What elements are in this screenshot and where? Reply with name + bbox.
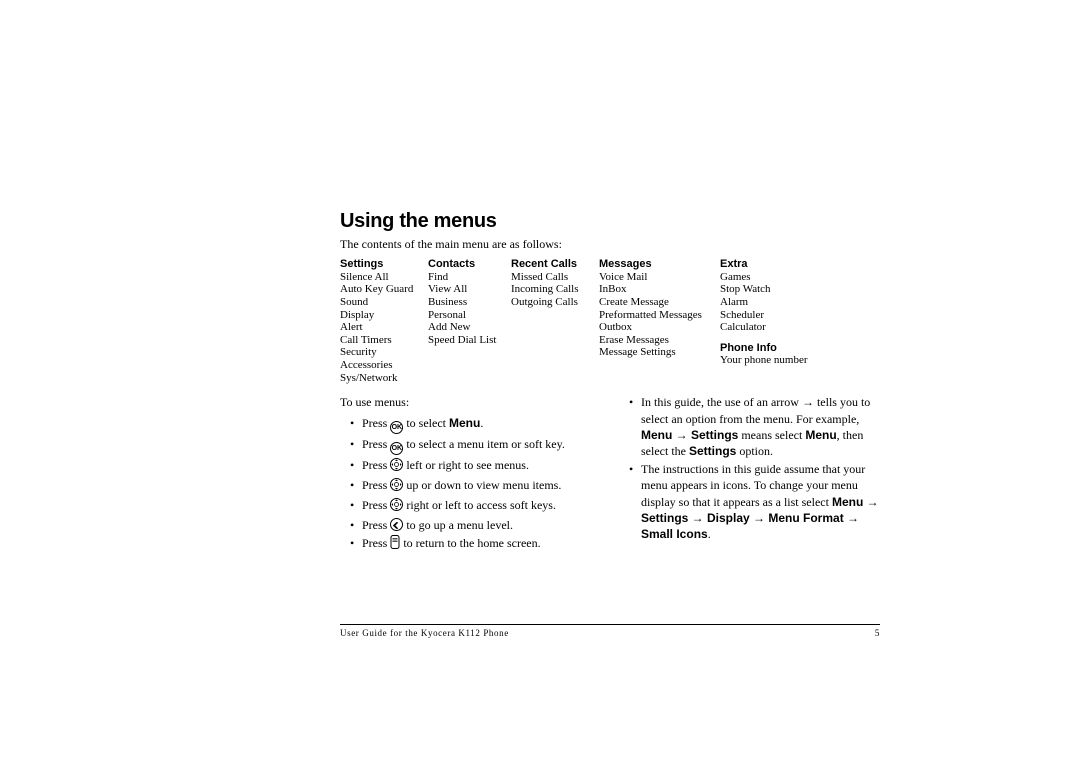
- bold-text: Menu: [805, 428, 836, 442]
- text: to return to the home screen.: [400, 536, 540, 550]
- menu-header: Contacts: [428, 258, 503, 271]
- menu-item: Stop Watch: [720, 283, 810, 296]
- menu-item: Sys/Network: [340, 372, 420, 385]
- menu-item: Sound: [340, 296, 420, 309]
- menu-item: Outgoing Calls: [511, 296, 591, 309]
- menu-header: Phone Info: [720, 342, 810, 355]
- menu-item: Silence All: [340, 271, 420, 284]
- end-button-icon: [390, 535, 400, 553]
- menu-item: Alarm: [720, 296, 810, 309]
- menu-col-contacts: Contacts Find View All Business Personal…: [428, 258, 503, 384]
- menu-item: Games: [720, 271, 810, 284]
- intro-text: The contents of the main menu are as fol…: [340, 237, 880, 252]
- lead-text: To use menus:: [340, 394, 601, 410]
- text: left or right to see menus.: [403, 458, 529, 472]
- bold-text: Menu → Settings: [641, 428, 738, 442]
- menu-item: Missed Calls: [511, 271, 591, 284]
- note-item: In this guide, the use of an arrow → tel…: [619, 394, 880, 459]
- menu-item: Erase Messages: [599, 334, 712, 347]
- bold-text: Settings: [689, 444, 736, 458]
- instruction-item: Press to go up a menu level.: [340, 517, 601, 533]
- text: Press: [362, 536, 390, 550]
- right-body-col: In this guide, the use of an arrow → tel…: [619, 394, 880, 555]
- left-body-col: To use menus: Press OK to select Menu. P…: [340, 394, 601, 555]
- menu-item: Alert: [340, 321, 420, 334]
- menu-item: Speed Dial List: [428, 334, 503, 347]
- instruction-list: Press OK to select Menu. Press OK to sel…: [340, 415, 601, 554]
- text: right or left to access soft keys.: [403, 498, 556, 512]
- text: Press: [362, 437, 390, 451]
- menu-item: Calculator: [720, 321, 810, 334]
- menu-table: Settings Silence All Auto Key Guard Soun…: [340, 258, 880, 384]
- ok-button-icon: OK: [390, 442, 403, 455]
- menu-header: Extra: [720, 258, 810, 271]
- text: to go up a menu level.: [403, 518, 513, 532]
- menu-item: Find: [428, 271, 503, 284]
- menu-item: InBox: [599, 283, 712, 296]
- text: Press: [362, 478, 390, 492]
- menu-item: Voice Mail: [599, 271, 712, 284]
- nav-button-icon: [390, 498, 403, 515]
- menu-item: Outbox: [599, 321, 712, 334]
- text: to select: [403, 416, 449, 430]
- menu-item: Preformatted Messages: [599, 309, 712, 322]
- note-list: In this guide, the use of an arrow → tel…: [619, 394, 880, 542]
- ok-button-icon: OK: [390, 421, 403, 434]
- page-footer: User Guide for the Kyocera K112 Phone 5: [340, 624, 880, 638]
- menu-item: Message Settings: [599, 346, 712, 359]
- instruction-item: Press up or down to view menu items.: [340, 477, 601, 495]
- text: Press: [362, 458, 390, 472]
- back-button-icon: [390, 518, 403, 531]
- document-page: Using the menus The contents of the main…: [340, 210, 880, 556]
- menu-item: View All: [428, 283, 503, 296]
- instruction-item: Press OK to select Menu.: [340, 415, 601, 434]
- menu-header: Recent Calls: [511, 258, 591, 271]
- menu-item: Incoming Calls: [511, 283, 591, 296]
- menu-header: Settings: [340, 258, 420, 271]
- text: up or down to view menu items.: [403, 478, 561, 492]
- text: means select: [738, 428, 805, 442]
- text: to select a menu item or soft key.: [403, 437, 565, 451]
- menu-col-extra: Extra Games Stop Watch Alarm Scheduler C…: [720, 258, 810, 384]
- menu-header: Messages: [599, 258, 712, 271]
- instruction-item: Press to return to the home screen.: [340, 535, 601, 553]
- menu-item: Auto Key Guard: [340, 283, 420, 296]
- text: Press: [362, 416, 390, 430]
- menu-item: Security: [340, 346, 420, 359]
- instruction-item: Press OK to select a menu item or soft k…: [340, 436, 601, 455]
- footer-guide: User Guide for the Kyocera K112 Phone: [340, 628, 509, 638]
- note-item: The instructions in this guide assume th…: [619, 461, 880, 542]
- text: .: [480, 416, 483, 430]
- page-title: Using the menus: [340, 210, 880, 233]
- menu-item: Display: [340, 309, 420, 322]
- menu-col-settings: Settings Silence All Auto Key Guard Soun…: [340, 258, 420, 384]
- text: In this guide, the use of an arrow → tel…: [641, 395, 870, 425]
- text: option.: [736, 444, 773, 458]
- menu-item: Accessories: [340, 359, 420, 372]
- footer-page-number: 5: [875, 628, 880, 638]
- text: Press: [362, 498, 390, 512]
- menu-col-recent-calls: Recent Calls Missed Calls Incoming Calls…: [511, 258, 591, 384]
- menu-item: Call Timers: [340, 334, 420, 347]
- menu-item: Business: [428, 296, 503, 309]
- menu-item: Your phone number: [720, 354, 810, 367]
- nav-button-icon: [390, 458, 403, 475]
- instruction-item: Press left or right to see menus.: [340, 457, 601, 475]
- menu-item: Scheduler: [720, 309, 810, 322]
- instruction-item: Press right or left to access soft keys.: [340, 497, 601, 515]
- menu-col-messages: Messages Voice Mail InBox Create Message…: [599, 258, 712, 384]
- body-columns: To use menus: Press OK to select Menu. P…: [340, 394, 880, 555]
- menu-item: Personal: [428, 309, 503, 322]
- text: Press: [362, 518, 390, 532]
- menu-item: Create Message: [599, 296, 712, 309]
- text: .: [708, 527, 711, 541]
- menu-item: Add New: [428, 321, 503, 334]
- nav-button-icon: [390, 478, 403, 495]
- bold-text: Menu: [449, 416, 480, 430]
